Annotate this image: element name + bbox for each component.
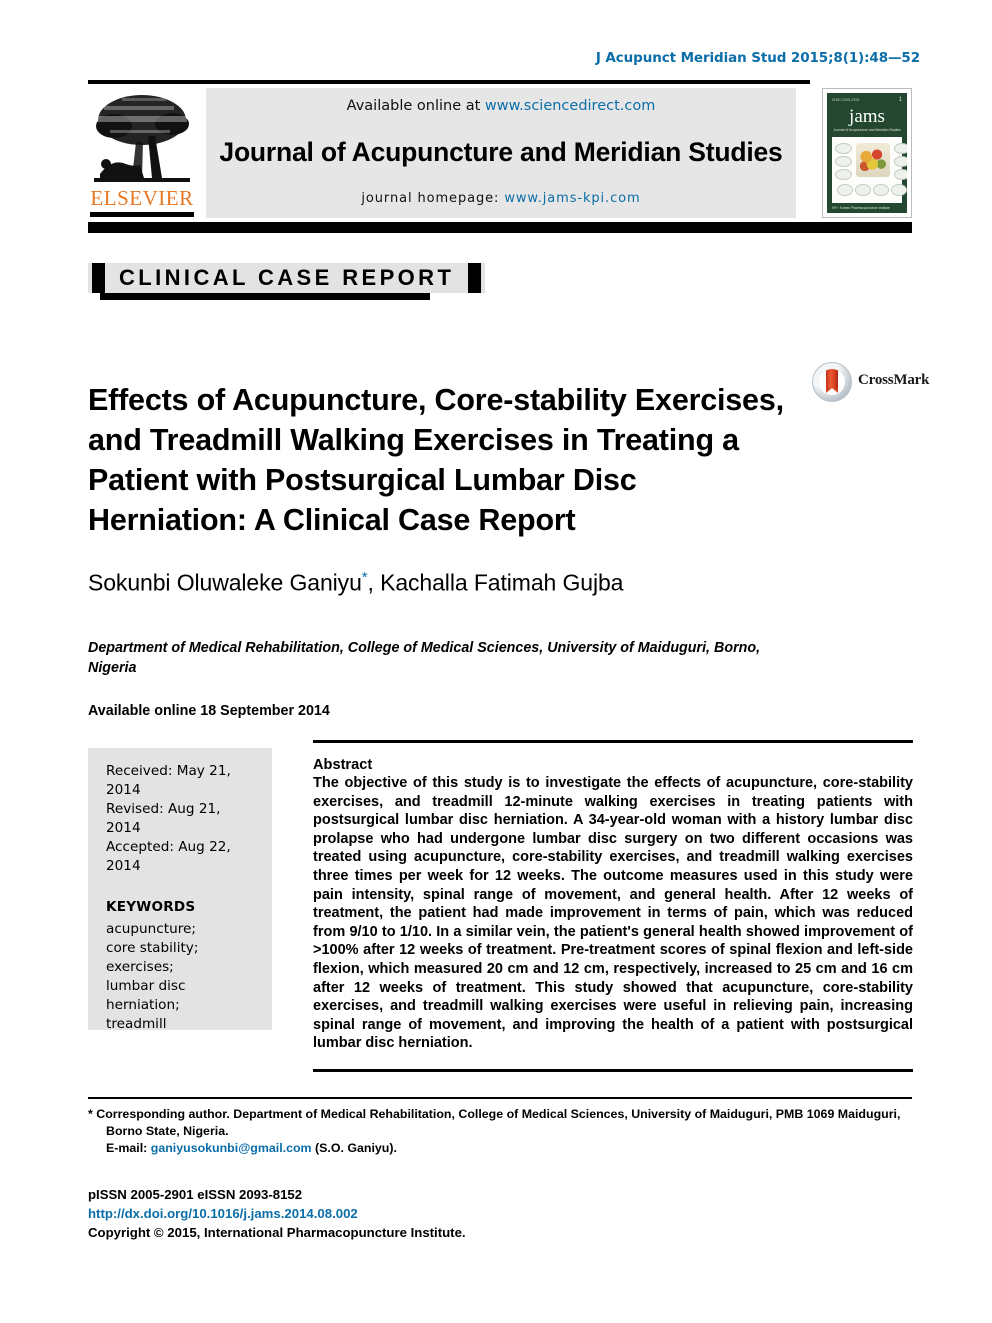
cover-bubble	[835, 156, 852, 167]
cover-bubble	[835, 143, 852, 154]
homepage-prefix: journal homepage:	[361, 191, 505, 206]
cover-bubble	[894, 169, 907, 180]
running-head: J Acupunct Meridian Stud 2015;8(1):48—52	[595, 50, 920, 66]
cover-volume-text: 1	[898, 97, 902, 103]
masthead-center: Available online at www.sciencedirect.co…	[206, 88, 796, 218]
cover-photo-image	[856, 143, 890, 177]
section-banner-body: CLINICAL CASE REPORT	[88, 263, 486, 293]
accepted-date: Accepted: Aug 22, 2014	[106, 839, 231, 874]
top-rule	[88, 80, 810, 84]
journal-cover-thumbnail: ISSN 2005-2901 1 jams Journal of Acupunc…	[822, 88, 912, 218]
email-suffix: (S.O. Ganiyu).	[311, 1141, 397, 1155]
author-primary: Sokunbi Oluwaleke Ganiyu	[88, 569, 362, 596]
abstract-body: The objective of this study is to invest…	[313, 775, 913, 1052]
banner-left-cap	[92, 263, 105, 293]
footnote-rule	[88, 1097, 912, 1099]
keywords-list: acupuncture; core stability; exercises; …	[106, 921, 199, 1032]
corresponding-author-email-line: E-mail: ganiyusokunbi@gmail.com (S.O. Ga…	[88, 1140, 924, 1157]
section-banner: CLINICAL CASE REPORT	[88, 263, 486, 293]
cover-bubble	[873, 184, 889, 196]
crossmark-ribbon-icon	[826, 369, 838, 393]
masthead-bottom-bar	[88, 222, 912, 233]
corresponding-author-note: * Corresponding author. Department of Me…	[88, 1106, 924, 1157]
banner-right-cap	[468, 263, 482, 293]
cover-bubble	[894, 143, 907, 154]
cover-journal-subtitle: Journal of Acupuncture and Meridian Stud…	[833, 128, 901, 132]
received-date: Received: May 21, 2014	[106, 763, 231, 798]
corresponding-author-line2: Borno State, Nigeria.	[106, 1124, 229, 1138]
cover-bubble	[835, 169, 852, 180]
author-list: Sokunbi Oluwaleke Ganiyu*, Kachalla Fati…	[88, 569, 623, 597]
available-online-line: Available online at www.sciencedirect.co…	[347, 98, 656, 114]
crossmark-badge[interactable]: CrossMark	[812, 360, 930, 404]
corresponding-author-line1: * Corresponding author. Department of Me…	[88, 1107, 901, 1121]
author-secondary: , Kachalla Fatimah Gujba	[367, 569, 624, 596]
journal-masthead: ELSEVIER Available online at www.science…	[88, 88, 912, 218]
doi-link[interactable]: http://dx.doi.org/10.1016/j.jams.2014.08…	[88, 1204, 466, 1223]
abstract-section: Abstract The objective of this study is …	[313, 740, 913, 1072]
available-online-prefix: Available online at	[346, 98, 485, 114]
issn-line: pISSN 2005-2901 eISSN 2093-8152	[88, 1187, 303, 1202]
cover-content-panel	[832, 137, 907, 203]
cover-bubble	[894, 156, 907, 167]
cover-journal-title: jams	[849, 106, 885, 127]
issn-copyright-block: pISSN 2005-2901 eISSN 2093-8152 http://d…	[88, 1185, 466, 1242]
section-banner-label: CLINICAL CASE REPORT	[119, 265, 455, 290]
cover-bubble	[891, 184, 907, 196]
cover-bubble	[855, 184, 871, 196]
abstract-top-rule	[313, 740, 913, 743]
journal-homepage-link[interactable]: www.jams-kpi.com	[504, 191, 640, 206]
article-first-page: J Acupunct Meridian Stud 2015;8(1):48—52	[0, 0, 992, 1323]
cover-footer-text: KPI / Korean Pharmacopuncture Institute	[832, 206, 890, 210]
email-link[interactable]: ganiyusokunbi@gmail.com	[151, 1141, 312, 1155]
email-label: E-mail:	[106, 1141, 151, 1155]
elsevier-underbar	[90, 212, 194, 217]
elsevier-tree-icon	[94, 95, 190, 182]
revised-date: Revised: Aug 21, 2014	[106, 801, 221, 836]
elsevier-wordmark: ELSEVIER	[90, 186, 194, 210]
journal-homepage-line: journal homepage: www.jams-kpi.com	[361, 191, 640, 206]
page-title: Effects of Acupuncture, Core-stability E…	[88, 383, 784, 538]
cover-bubble	[837, 184, 853, 196]
abstract-heading: Abstract	[313, 757, 373, 773]
crossmark-icon-inner	[819, 369, 845, 395]
crossmark-icon	[812, 362, 852, 402]
crossmark-label: CrossMark	[858, 372, 930, 388]
keywords-heading: KEYWORDS	[106, 899, 196, 915]
abstract-bottom-rule	[313, 1068, 913, 1072]
article-history-and-keywords: Received: May 21, 2014 Revised: Aug 21, …	[88, 748, 272, 1032]
section-banner-underline	[100, 293, 430, 300]
copyright-line: Copyright © 2015, International Pharmaco…	[88, 1225, 466, 1240]
cover-issn-text: ISSN 2005-2901	[832, 98, 860, 102]
available-online-date: Available online 18 September 2014	[88, 703, 330, 719]
elsevier-logo: ELSEVIER	[88, 88, 196, 218]
sciencedirect-link[interactable]: www.sciencedirect.com	[485, 98, 655, 114]
affiliation: Department of Medical Rehabilitation, Co…	[88, 640, 761, 676]
journal-title: Journal of Acupuncture and Meridian Stud…	[219, 137, 783, 167]
journal-cover-art: ISSN 2005-2901 1 jams Journal of Acupunc…	[827, 93, 907, 213]
